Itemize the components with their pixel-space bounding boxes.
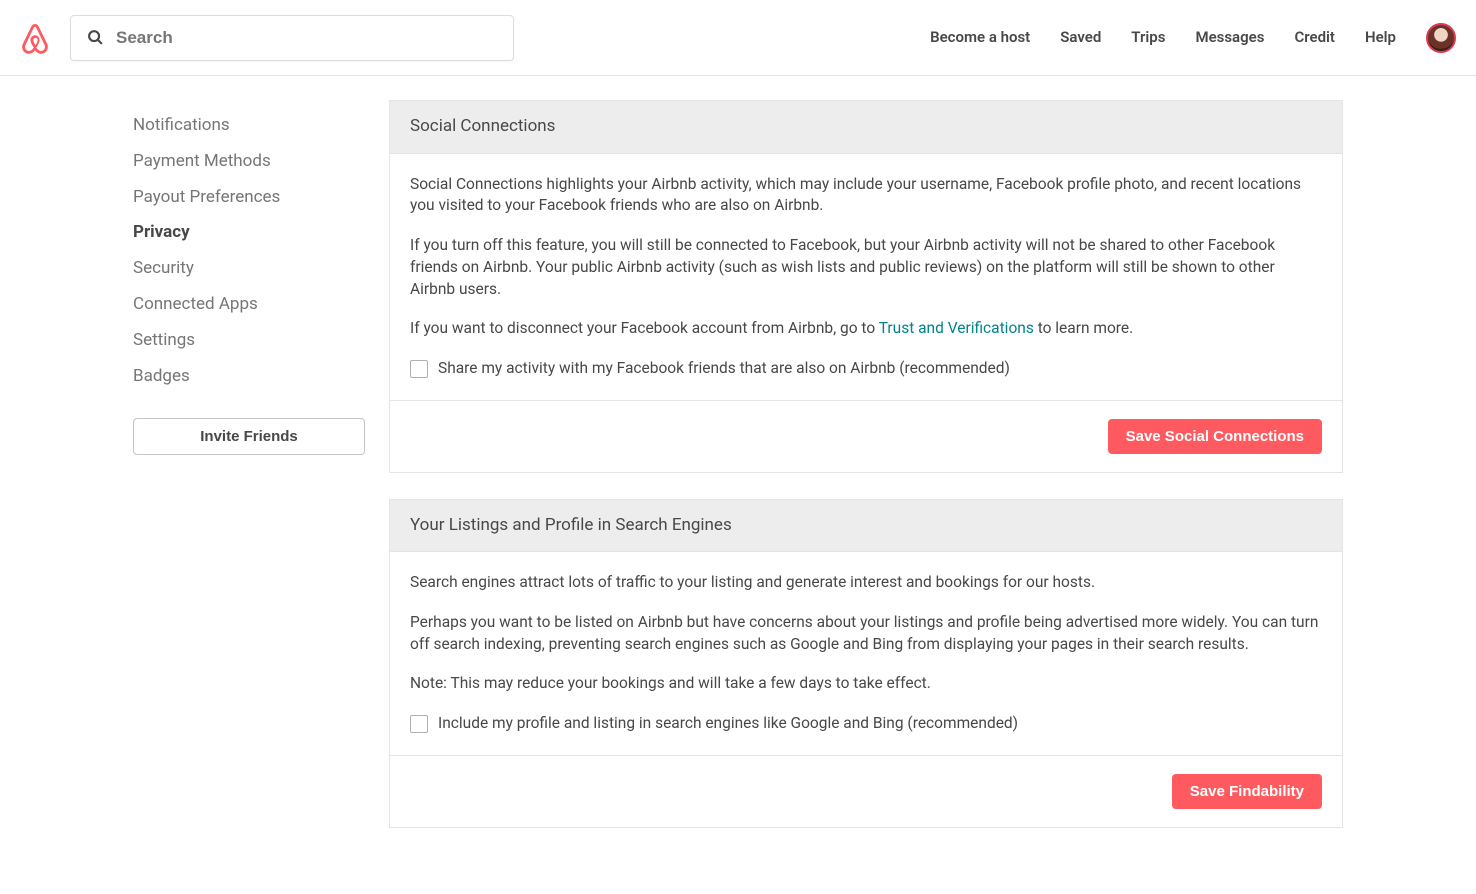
share-activity-checkbox[interactable] <box>410 360 428 378</box>
nav-messages[interactable]: Messages <box>1195 27 1264 48</box>
search-icon <box>87 29 104 46</box>
sidebar-item-connected-apps[interactable]: Connected Apps <box>133 287 365 323</box>
sidebar-item-security[interactable]: Security <box>133 251 365 287</box>
social-p3-before: If you want to disconnect your Facebook … <box>410 319 879 337</box>
panel-body-social: Social Connections highlights your Airbn… <box>390 154 1342 400</box>
logo-area[interactable] <box>20 22 50 54</box>
avatar[interactable] <box>1426 23 1456 53</box>
nav-become-a-host[interactable]: Become a host <box>930 27 1030 48</box>
panel-footer-social: Save Social Connections <box>390 400 1342 472</box>
sidebar-item-notifications[interactable]: Notifications <box>133 108 365 144</box>
include-profile-label: Include my profile and listing in search… <box>438 713 1018 735</box>
share-activity-label: Share my activity with my Facebook frien… <box>438 358 1010 380</box>
include-profile-checkbox[interactable] <box>410 715 428 733</box>
nav-trips[interactable]: Trips <box>1131 27 1165 48</box>
nav-saved[interactable]: Saved <box>1060 27 1101 48</box>
search-input[interactable] <box>116 28 497 48</box>
search-box[interactable] <box>70 15 514 61</box>
panel-footer-findability: Save Findability <box>390 755 1342 827</box>
findability-p2: Perhaps you want to be listed on Airbnb … <box>410 612 1322 655</box>
social-checkbox-row: Share my activity with my Facebook frien… <box>410 358 1322 380</box>
findability-checkbox-row: Include my profile and listing in search… <box>410 713 1322 735</box>
sidebar-item-settings[interactable]: Settings <box>133 323 365 359</box>
sidebar-item-privacy[interactable]: Privacy <box>133 215 365 251</box>
top-nav: Become a host Saved Trips Messages Credi… <box>930 23 1456 53</box>
sidebar-item-payment-methods[interactable]: Payment Methods <box>133 144 365 180</box>
panel-header-social: Social Connections <box>390 101 1342 154</box>
social-p3: If you want to disconnect your Facebook … <box>410 318 1322 340</box>
nav-credit[interactable]: Credit <box>1294 27 1335 48</box>
sidebar: Notifications Payment Methods Payout Pre… <box>133 100 365 894</box>
nav-help[interactable]: Help <box>1365 27 1396 48</box>
top-header: Become a host Saved Trips Messages Credi… <box>0 0 1476 76</box>
findability-p1: Search engines attract lots of traffic t… <box>410 572 1322 594</box>
airbnb-logo-icon <box>20 22 50 54</box>
invite-friends-button[interactable]: Invite Friends <box>133 418 365 455</box>
panel-findability: Your Listings and Profile in Search Engi… <box>389 499 1343 828</box>
main-content: Social Connections Social Connections hi… <box>389 100 1343 894</box>
social-p1: Social Connections highlights your Airbn… <box>410 174 1322 217</box>
sidebar-item-badges[interactable]: Badges <box>133 359 365 395</box>
social-p2: If you turn off this feature, you will s… <box>410 235 1322 300</box>
page-body: Notifications Payment Methods Payout Pre… <box>133 76 1343 894</box>
sidebar-item-payout-preferences[interactable]: Payout Preferences <box>133 180 365 216</box>
panel-body-findability: Search engines attract lots of traffic t… <box>390 552 1342 754</box>
panel-social-connections: Social Connections Social Connections hi… <box>389 100 1343 473</box>
social-p3-after: to learn more. <box>1034 319 1133 337</box>
panel-header-findability: Your Listings and Profile in Search Engi… <box>390 500 1342 553</box>
save-findability-button[interactable]: Save Findability <box>1172 774 1322 809</box>
save-social-connections-button[interactable]: Save Social Connections <box>1108 419 1322 454</box>
findability-p3: Note: This may reduce your bookings and … <box>410 673 1322 695</box>
trust-and-verifications-link[interactable]: Trust and Verifications <box>879 319 1034 337</box>
